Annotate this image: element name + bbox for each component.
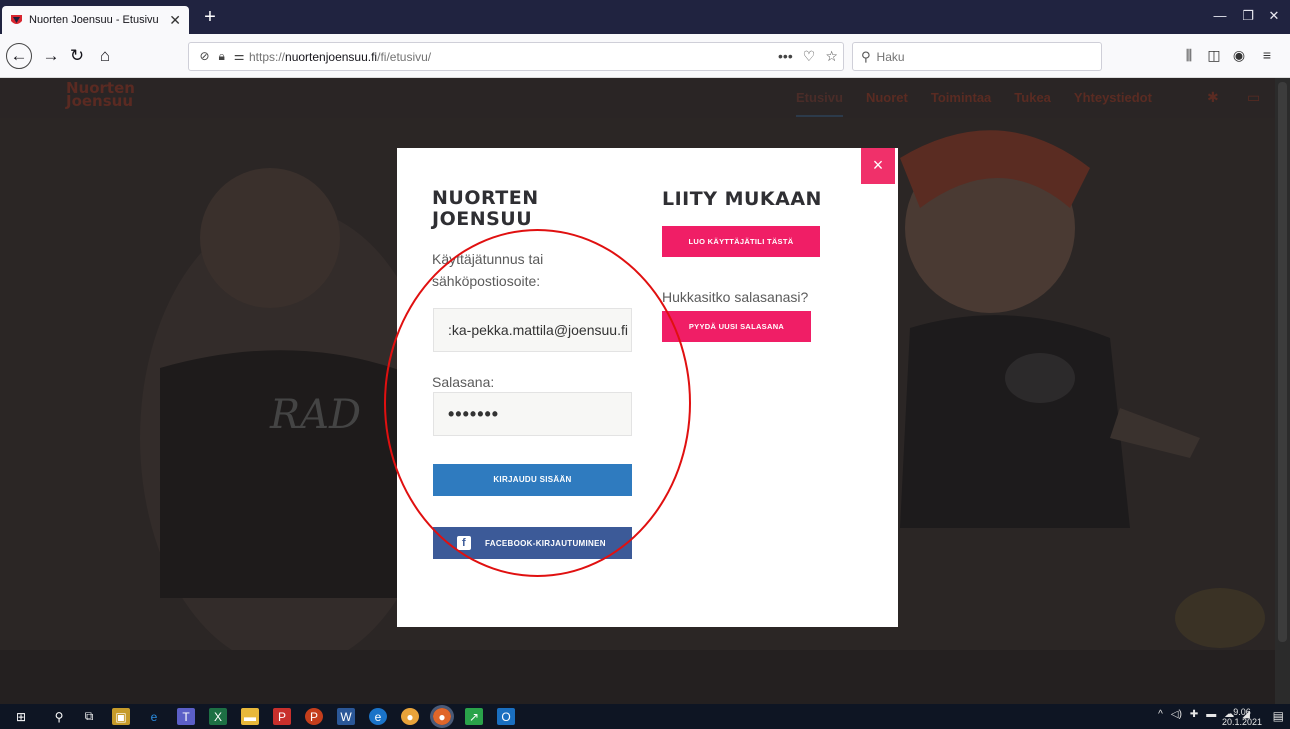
powerpoint-icon[interactable]: P <box>305 708 323 725</box>
reset-password-button[interactable]: PYYDÄ UUSI SALASANA <box>662 311 811 342</box>
password-input[interactable]: ••••••• <box>433 392 632 436</box>
back-button[interactable]: ← <box>6 43 32 69</box>
create-account-button[interactable]: LUO KÄYTTÄJÄTILI TÄSTÄ <box>662 226 820 257</box>
modal-close-button[interactable]: × <box>861 148 895 184</box>
url-text: https://nuortenjoensuu.fi/fi/etusivu/ <box>249 49 432 64</box>
clock[interactable]: 9.06 20.1.2021 <box>1222 707 1262 727</box>
search-icon[interactable]: ⚲ <box>50 708 68 725</box>
menu-item-etusivu[interactable]: Etusivu <box>796 90 843 117</box>
menu-icon[interactable]: ≡ <box>1256 47 1278 63</box>
edge-icon[interactable]: e <box>369 708 387 725</box>
restore-button[interactable]: ❐ <box>1236 8 1260 24</box>
new-tab-button[interactable]: + <box>199 6 221 28</box>
lock-icon[interactable]: 🔒︎ <box>218 49 224 64</box>
notification-icon[interactable]: ▤ <box>1273 709 1284 723</box>
search-placeholder: Haku <box>876 49 905 64</box>
login-heading: NUORTEN JOENSUU <box>432 187 539 230</box>
menu-item-tukea[interactable]: Tukea <box>1014 90 1051 117</box>
bookmark-star-icon[interactable]: ☆ <box>825 48 838 65</box>
settings-gear-icon[interactable]: ✱ <box>1207 89 1219 106</box>
pdf-icon[interactable]: P <box>273 708 291 725</box>
search-icon: ⚲ <box>861 48 871 64</box>
password-label: Salasana: <box>432 374 495 390</box>
chrome-icon[interactable]: ● <box>401 708 419 725</box>
web-page: RAD Nuorten Joensuu Etusivu Nuoret Toimi… <box>0 78 1290 704</box>
store-icon[interactable]: ▣ <box>112 708 130 725</box>
join-heading: LIITY MUKAAN <box>662 188 822 210</box>
browser-tab-bar: Nuorten Joensuu - Etusivu ✕ + — ❐ ✕ <box>0 0 1290 34</box>
forgot-password-label: Hukkasitko salasanasi? <box>662 289 809 305</box>
forward-button[interactable]: → <box>38 43 64 69</box>
file-explorer-icon[interactable]: ▬ <box>241 708 259 725</box>
library-icon[interactable]: ⫼ <box>1178 47 1200 64</box>
clock-time: 9.06 <box>1233 707 1251 717</box>
chevron-up-icon[interactable]: ^ <box>1158 709 1163 720</box>
word-icon[interactable]: W <box>337 708 355 725</box>
username-label: Käyttäjätunnus tai sähköpostiosoite: <box>432 251 544 289</box>
site-header: Nuorten Joensuu Etusivu Nuoret Toimintaa… <box>0 78 1275 118</box>
teams-icon[interactable]: T <box>177 708 195 725</box>
teams-tray-icon[interactable]: ✚ <box>1190 709 1198 720</box>
login-button[interactable]: KIRJAUDU SISÄÄN <box>433 464 632 496</box>
browser-tab[interactable]: Nuorten Joensuu - Etusivu ✕ <box>2 6 189 34</box>
page-scrollbar[interactable] <box>1275 78 1290 704</box>
menu-item-nuoret[interactable]: Nuoret <box>866 90 908 117</box>
site-favicon-icon <box>11 14 22 24</box>
reload-button[interactable]: ↻ <box>64 43 90 69</box>
login-modal: × NUORTEN JOENSUU Käyttäjätunnus tai säh… <box>397 148 898 627</box>
excel-icon[interactable]: X <box>209 708 227 725</box>
scrollbar-thumb[interactable] <box>1278 82 1287 642</box>
windows-taskbar: ⊞ ⚲ ⧉ ▣ e T X ▬ P P W e ● ● ↗ O ^ ◁) ✚ ▬… <box>0 704 1290 729</box>
page-actions-icon[interactable]: ••• <box>778 48 793 65</box>
search-input[interactable]: ⚲ Haku <box>852 42 1102 71</box>
minimize-button[interactable]: — <box>1208 8 1232 23</box>
language-flag-icon[interactable]: ▭ <box>1247 89 1260 106</box>
svg-text:RAD: RAD <box>269 392 361 438</box>
facebook-login-label: FACEBOOK-KIRJAUTUMINEN <box>485 538 606 548</box>
pocket-icon[interactable]: ♡ <box>803 48 816 65</box>
sidebar-icon[interactable]: ◫ <box>1203 47 1225 64</box>
outlook-icon[interactable]: O <box>497 708 515 725</box>
tab-title: Nuorten Joensuu - Etusivu <box>29 14 159 26</box>
account-icon[interactable]: ◉ <box>1228 47 1250 64</box>
task-view-icon[interactable]: ⧉ <box>80 708 98 725</box>
edge-legacy-icon[interactable]: e <box>145 708 163 725</box>
app-icon[interactable]: ↗ <box>465 708 483 725</box>
facebook-icon: f <box>457 536 471 550</box>
battery-icon[interactable]: ▬ <box>1206 709 1216 720</box>
home-button[interactable]: ⌂ <box>92 43 118 69</box>
clock-date: 20.1.2021 <box>1221 717 1262 727</box>
menu-item-toimintaa[interactable]: Toimintaa <box>931 90 991 117</box>
username-input[interactable]: :ka-pekka.mattila@joensuu.fi <box>433 308 632 352</box>
site-logo[interactable]: Nuorten Joensuu <box>66 81 146 109</box>
url-bar[interactable]: ⊘ 🔒︎ ⚌ https://nuortenjoensuu.fi/fi/etus… <box>188 42 844 71</box>
windows-start-icon[interactable]: ⊞ <box>12 708 30 725</box>
tab-close-icon[interactable]: ✕ <box>169 12 181 29</box>
window-close-button[interactable]: ✕ <box>1262 8 1286 24</box>
browser-nav-bar: ← → ↻ ⌂ ⊘ 🔒︎ ⚌ https://nuortenjoensuu.fi… <box>0 34 1290 78</box>
facebook-login-button[interactable]: f FACEBOOK-KIRJAUTUMINEN <box>433 527 632 559</box>
tracking-protection-icon[interactable]: ⊘ <box>199 49 209 64</box>
firefox-icon[interactable]: ● <box>430 705 454 728</box>
permissions-icon[interactable]: ⚌ <box>234 49 245 64</box>
site-menu: Etusivu Nuoret Toimintaa Tukea Yhteystie… <box>796 90 1175 117</box>
menu-item-yhteystiedot[interactable]: Yhteystiedot <box>1074 90 1152 117</box>
speaker-icon[interactable]: ◁) <box>1171 709 1182 720</box>
